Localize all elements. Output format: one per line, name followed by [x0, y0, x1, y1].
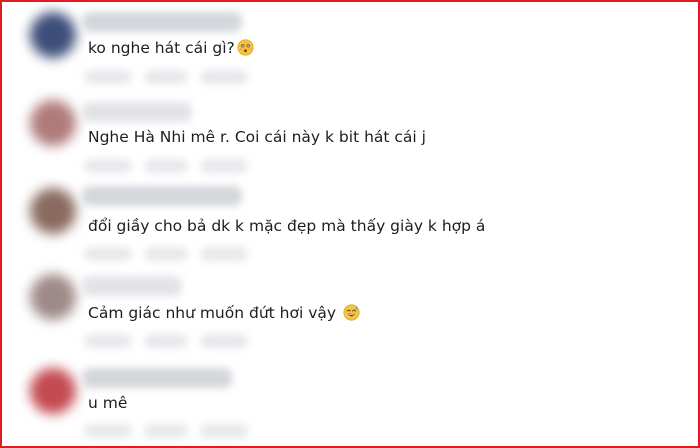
avatar[interactable] — [30, 12, 76, 58]
comment-text: Cảm giác như muốn đứt hơi vậy — [88, 304, 360, 322]
blurred-reply-action[interactable] — [200, 247, 248, 261]
blurred-username[interactable] — [82, 12, 242, 32]
blurred-meta — [84, 70, 132, 84]
screenshot-frame: ko nghe hát cái gì? Nghe Hà Nhi mê r. Co… — [0, 0, 700, 448]
astonished-face-icon — [237, 39, 254, 56]
blurred-username[interactable] — [82, 368, 232, 388]
blurred-meta — [84, 247, 132, 261]
blurred-meta — [84, 424, 132, 438]
comment-text-content: Cảm giác như muốn đứt hơi vậy — [88, 304, 337, 322]
blurred-like-action[interactable] — [144, 70, 188, 84]
blurred-like-action[interactable] — [144, 334, 188, 348]
blurred-like-action[interactable] — [144, 247, 188, 261]
blurred-like-action[interactable] — [144, 424, 188, 438]
blurred-reply-action[interactable] — [200, 70, 248, 84]
blurred-meta — [84, 159, 132, 173]
comment-text: u mê — [88, 394, 128, 412]
comment-text: ko nghe hát cái gì? — [88, 39, 254, 57]
comment-item: đổi giầy cho bả dk k mặc đẹp mà thấy già… — [2, 180, 698, 270]
blurred-like-action[interactable] — [144, 159, 188, 173]
blurred-username[interactable] — [82, 186, 242, 206]
avatar[interactable] — [30, 188, 76, 234]
comment-text-content: ko nghe hát cái gì? — [88, 39, 235, 57]
blurred-reply-action[interactable] — [200, 159, 248, 173]
comment-item: Nghe Hà Nhi mê r. Coi cái này k bit hát … — [2, 90, 698, 180]
comment-item: ko nghe hát cái gì? — [2, 2, 698, 92]
blurred-username[interactable] — [82, 102, 192, 122]
blurred-reply-action[interactable] — [200, 334, 248, 348]
sweat-smile-icon — [343, 304, 360, 321]
comment-item: Cảm giác như muốn đứt hơi vậy — [2, 268, 698, 358]
comment-item: u mê — [2, 356, 698, 446]
avatar[interactable] — [30, 100, 76, 146]
blurred-reply-action[interactable] — [200, 424, 248, 438]
blurred-username[interactable] — [82, 276, 182, 296]
avatar[interactable] — [30, 368, 76, 414]
comment-text: Nghe Hà Nhi mê r. Coi cái này k bit hát … — [88, 128, 426, 146]
comment-text: đổi giầy cho bả dk k mặc đẹp mà thấy già… — [88, 217, 486, 235]
avatar[interactable] — [30, 274, 76, 320]
blurred-meta — [84, 334, 132, 348]
